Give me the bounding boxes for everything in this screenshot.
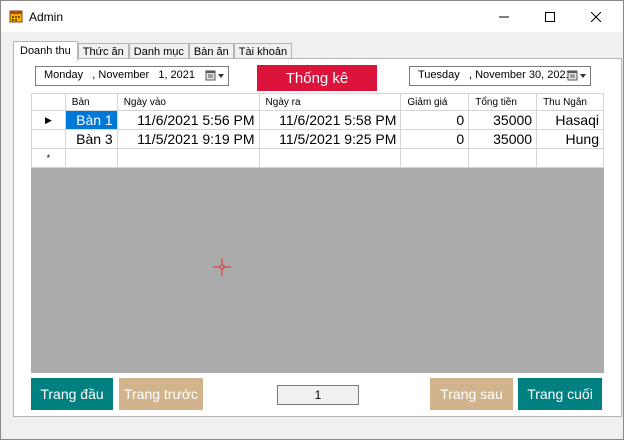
close-icon	[591, 11, 601, 22]
previous-page-button[interactable]: Trang trước	[119, 378, 203, 410]
col-header-thu-ngan[interactable]: Thu Ngân	[536, 93, 604, 111]
cell-tong-tien[interactable]: 35000	[468, 129, 538, 149]
revenue-table: Bàn Ngày vào Ngày ra Giảm giá Tổng tiền …	[31, 93, 604, 168]
calendar-dropdown-icon	[567, 70, 586, 80]
table-row[interactable]: Bàn 3 11/5/2021 9:19 PM 11/5/2021 9:25 P…	[31, 129, 604, 149]
maximize-icon	[545, 11, 555, 22]
tab-strip: Doanh thu Thức ăn Danh mục Bàn ăn Tài kh…	[13, 41, 293, 61]
minimize-icon	[499, 16, 509, 17]
to-date-value: Tuesday , November 30, 2021	[418, 69, 572, 81]
from-calendar-dropdown[interactable]	[204, 69, 226, 82]
last-page-button[interactable]: Trang cuối	[518, 378, 602, 410]
cell-ngay-vao[interactable]: 11/5/2021 9:19 PM	[116, 129, 260, 149]
cell-giam-gia[interactable]: 0	[400, 110, 470, 130]
new-cell[interactable]	[400, 148, 470, 168]
revenue-grid[interactable]: Bàn Ngày vào Ngày ra Giảm giá Tổng tiền …	[31, 93, 604, 373]
table-row[interactable]: ▶ Bàn 1 11/6/2021 5:56 PM 11/6/2021 5:58…	[31, 110, 604, 130]
cell-thu-ngan[interactable]: Hung	[536, 129, 604, 149]
new-cell[interactable]	[116, 148, 260, 168]
title-bar: Admin	[1, 1, 623, 32]
new-cell[interactable]	[258, 148, 402, 168]
header-row: Bàn Ngày vào Ngày ra Giảm giá Tổng tiền …	[31, 93, 604, 111]
statistics-button[interactable]: Thống kê	[257, 65, 377, 91]
tab-doanh-thu[interactable]: Doanh thu	[13, 41, 78, 61]
new-cell[interactable]	[536, 148, 604, 168]
close-button[interactable]	[579, 1, 613, 32]
crosshair-cursor-icon	[213, 258, 231, 276]
first-page-button[interactable]: Trang đầu	[31, 378, 113, 410]
col-header-giam-gia[interactable]: Giảm giá	[400, 93, 470, 111]
cell-giam-gia[interactable]: 0	[400, 129, 470, 149]
cell-ban[interactable]: Bàn 3	[64, 129, 118, 149]
calendar-dropdown-icon	[205, 70, 224, 80]
cell-ngay-ra[interactable]: 11/6/2021 5:58 PM	[258, 110, 402, 130]
col-header-ngay-vao[interactable]: Ngày vào	[116, 93, 260, 111]
minimize-button[interactable]	[487, 1, 521, 32]
cell-ban[interactable]: Bàn 1	[64, 110, 118, 130]
row-header[interactable]	[31, 129, 66, 149]
to-calendar-dropdown[interactable]	[566, 69, 588, 82]
new-row[interactable]: *	[31, 148, 604, 168]
maximize-button[interactable]	[533, 1, 567, 32]
app-icon	[9, 9, 23, 23]
cell-thu-ngan[interactable]: Hasaqi	[536, 110, 604, 130]
to-date-picker[interactable]: Tuesday , November 30, 2021	[409, 66, 591, 86]
cell-ngay-vao[interactable]: 11/6/2021 5:56 PM	[116, 110, 260, 130]
from-date-value: Monday , November 1, 2021	[44, 69, 196, 81]
page-number-field[interactable]: 1	[277, 385, 359, 405]
corner-header	[31, 93, 66, 111]
new-cell[interactable]	[468, 148, 538, 168]
admin-window: Admin Doanh thu Thức ăn Danh mục Bàn ăn …	[0, 0, 624, 440]
new-cell[interactable]	[64, 148, 118, 168]
new-row-indicator-icon[interactable]: *	[31, 148, 66, 168]
from-date-picker[interactable]: Monday , November 1, 2021	[35, 66, 229, 86]
cell-ngay-ra[interactable]: 11/5/2021 9:25 PM	[258, 129, 402, 149]
cell-tong-tien[interactable]: 35000	[468, 110, 538, 130]
col-header-tong-tien[interactable]: Tổng tiền	[468, 93, 538, 111]
col-header-ban[interactable]: Bàn	[64, 93, 118, 111]
col-header-ngay-ra[interactable]: Ngày ra	[258, 93, 402, 111]
window-title: Admin	[29, 10, 64, 24]
current-row-indicator-icon[interactable]: ▶	[31, 110, 66, 130]
next-page-button[interactable]: Trang sau	[430, 378, 513, 410]
